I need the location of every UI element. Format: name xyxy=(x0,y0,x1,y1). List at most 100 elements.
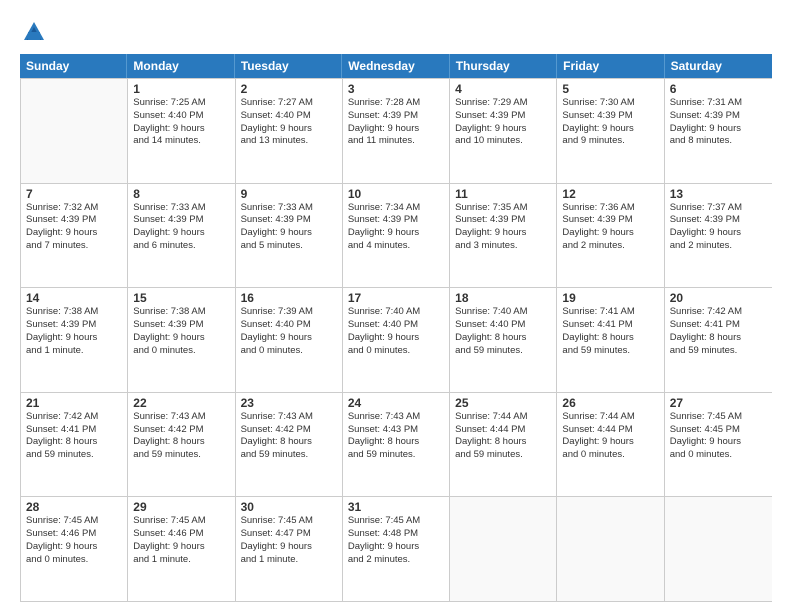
weekday-header-friday: Friday xyxy=(557,54,664,78)
calendar-cell: 8Sunrise: 7:33 AM Sunset: 4:39 PM Daylig… xyxy=(128,184,235,288)
weekday-header-thursday: Thursday xyxy=(450,54,557,78)
day-number: 19 xyxy=(562,291,658,305)
calendar-cell xyxy=(21,79,128,183)
day-number: 12 xyxy=(562,187,658,201)
cell-info: Sunrise: 7:28 AM Sunset: 4:39 PM Dayligh… xyxy=(348,97,444,148)
day-number: 17 xyxy=(348,291,444,305)
day-number: 6 xyxy=(670,82,767,96)
calendar-cell: 4Sunrise: 7:29 AM Sunset: 4:39 PM Daylig… xyxy=(450,79,557,183)
calendar-cell: 22Sunrise: 7:43 AM Sunset: 4:42 PM Dayli… xyxy=(128,393,235,497)
calendar-cell xyxy=(450,497,557,601)
day-number: 24 xyxy=(348,396,444,410)
weekday-header-wednesday: Wednesday xyxy=(342,54,449,78)
calendar-cell: 21Sunrise: 7:42 AM Sunset: 4:41 PM Dayli… xyxy=(21,393,128,497)
day-number: 14 xyxy=(26,291,122,305)
calendar-cell: 12Sunrise: 7:36 AM Sunset: 4:39 PM Dayli… xyxy=(557,184,664,288)
day-number: 22 xyxy=(133,396,229,410)
calendar-cell: 18Sunrise: 7:40 AM Sunset: 4:40 PM Dayli… xyxy=(450,288,557,392)
calendar-cell: 17Sunrise: 7:40 AM Sunset: 4:40 PM Dayli… xyxy=(343,288,450,392)
day-number: 4 xyxy=(455,82,551,96)
cell-info: Sunrise: 7:41 AM Sunset: 4:41 PM Dayligh… xyxy=(562,306,658,357)
cell-info: Sunrise: 7:27 AM Sunset: 4:40 PM Dayligh… xyxy=(241,97,337,148)
day-number: 18 xyxy=(455,291,551,305)
cell-info: Sunrise: 7:43 AM Sunset: 4:42 PM Dayligh… xyxy=(241,411,337,462)
cell-info: Sunrise: 7:33 AM Sunset: 4:39 PM Dayligh… xyxy=(241,202,337,253)
day-number: 9 xyxy=(241,187,337,201)
calendar-row-0: 1Sunrise: 7:25 AM Sunset: 4:40 PM Daylig… xyxy=(21,78,772,183)
day-number: 3 xyxy=(348,82,444,96)
cell-info: Sunrise: 7:38 AM Sunset: 4:39 PM Dayligh… xyxy=(133,306,229,357)
day-number: 1 xyxy=(133,82,229,96)
calendar-cell: 19Sunrise: 7:41 AM Sunset: 4:41 PM Dayli… xyxy=(557,288,664,392)
cell-info: Sunrise: 7:25 AM Sunset: 4:40 PM Dayligh… xyxy=(133,97,229,148)
calendar-cell: 15Sunrise: 7:38 AM Sunset: 4:39 PM Dayli… xyxy=(128,288,235,392)
calendar-cell: 16Sunrise: 7:39 AM Sunset: 4:40 PM Dayli… xyxy=(236,288,343,392)
cell-info: Sunrise: 7:40 AM Sunset: 4:40 PM Dayligh… xyxy=(348,306,444,357)
calendar-body: 1Sunrise: 7:25 AM Sunset: 4:40 PM Daylig… xyxy=(20,78,772,602)
cell-info: Sunrise: 7:44 AM Sunset: 4:44 PM Dayligh… xyxy=(562,411,658,462)
day-number: 28 xyxy=(26,500,122,514)
calendar-cell: 6Sunrise: 7:31 AM Sunset: 4:39 PM Daylig… xyxy=(665,79,772,183)
cell-info: Sunrise: 7:43 AM Sunset: 4:43 PM Dayligh… xyxy=(348,411,444,462)
calendar-cell: 10Sunrise: 7:34 AM Sunset: 4:39 PM Dayli… xyxy=(343,184,450,288)
calendar-cell: 14Sunrise: 7:38 AM Sunset: 4:39 PM Dayli… xyxy=(21,288,128,392)
cell-info: Sunrise: 7:45 AM Sunset: 4:46 PM Dayligh… xyxy=(26,515,122,566)
day-number: 31 xyxy=(348,500,444,514)
calendar-cell: 24Sunrise: 7:43 AM Sunset: 4:43 PM Dayli… xyxy=(343,393,450,497)
calendar-cell: 2Sunrise: 7:27 AM Sunset: 4:40 PM Daylig… xyxy=(236,79,343,183)
calendar-cell: 31Sunrise: 7:45 AM Sunset: 4:48 PM Dayli… xyxy=(343,497,450,601)
cell-info: Sunrise: 7:33 AM Sunset: 4:39 PM Dayligh… xyxy=(133,202,229,253)
cell-info: Sunrise: 7:29 AM Sunset: 4:39 PM Dayligh… xyxy=(455,97,551,148)
cell-info: Sunrise: 7:38 AM Sunset: 4:39 PM Dayligh… xyxy=(26,306,122,357)
calendar-cell: 30Sunrise: 7:45 AM Sunset: 4:47 PM Dayli… xyxy=(236,497,343,601)
cell-info: Sunrise: 7:42 AM Sunset: 4:41 PM Dayligh… xyxy=(670,306,767,357)
cell-info: Sunrise: 7:45 AM Sunset: 4:45 PM Dayligh… xyxy=(670,411,767,462)
day-number: 30 xyxy=(241,500,337,514)
calendar-cell: 11Sunrise: 7:35 AM Sunset: 4:39 PM Dayli… xyxy=(450,184,557,288)
calendar-cell: 28Sunrise: 7:45 AM Sunset: 4:46 PM Dayli… xyxy=(21,497,128,601)
calendar-cell: 23Sunrise: 7:43 AM Sunset: 4:42 PM Dayli… xyxy=(236,393,343,497)
day-number: 7 xyxy=(26,187,122,201)
calendar-cell xyxy=(557,497,664,601)
cell-info: Sunrise: 7:45 AM Sunset: 4:47 PM Dayligh… xyxy=(241,515,337,566)
cell-info: Sunrise: 7:37 AM Sunset: 4:39 PM Dayligh… xyxy=(670,202,767,253)
day-number: 16 xyxy=(241,291,337,305)
day-number: 11 xyxy=(455,187,551,201)
calendar-cell: 3Sunrise: 7:28 AM Sunset: 4:39 PM Daylig… xyxy=(343,79,450,183)
day-number: 23 xyxy=(241,396,337,410)
calendar-cell xyxy=(665,497,772,601)
weekday-header-saturday: Saturday xyxy=(665,54,772,78)
day-number: 26 xyxy=(562,396,658,410)
cell-info: Sunrise: 7:34 AM Sunset: 4:39 PM Dayligh… xyxy=(348,202,444,253)
day-number: 21 xyxy=(26,396,122,410)
cell-info: Sunrise: 7:31 AM Sunset: 4:39 PM Dayligh… xyxy=(670,97,767,148)
cell-info: Sunrise: 7:42 AM Sunset: 4:41 PM Dayligh… xyxy=(26,411,122,462)
calendar-cell: 25Sunrise: 7:44 AM Sunset: 4:44 PM Dayli… xyxy=(450,393,557,497)
cell-info: Sunrise: 7:32 AM Sunset: 4:39 PM Dayligh… xyxy=(26,202,122,253)
day-number: 10 xyxy=(348,187,444,201)
calendar-row-2: 14Sunrise: 7:38 AM Sunset: 4:39 PM Dayli… xyxy=(21,287,772,392)
calendar: SundayMondayTuesdayWednesdayThursdayFrid… xyxy=(20,54,772,602)
weekday-header-monday: Monday xyxy=(127,54,234,78)
calendar-cell: 26Sunrise: 7:44 AM Sunset: 4:44 PM Dayli… xyxy=(557,393,664,497)
calendar-cell: 5Sunrise: 7:30 AM Sunset: 4:39 PM Daylig… xyxy=(557,79,664,183)
cell-info: Sunrise: 7:45 AM Sunset: 4:46 PM Dayligh… xyxy=(133,515,229,566)
calendar-cell: 27Sunrise: 7:45 AM Sunset: 4:45 PM Dayli… xyxy=(665,393,772,497)
calendar-cell: 7Sunrise: 7:32 AM Sunset: 4:39 PM Daylig… xyxy=(21,184,128,288)
cell-info: Sunrise: 7:44 AM Sunset: 4:44 PM Dayligh… xyxy=(455,411,551,462)
cell-info: Sunrise: 7:36 AM Sunset: 4:39 PM Dayligh… xyxy=(562,202,658,253)
cell-info: Sunrise: 7:35 AM Sunset: 4:39 PM Dayligh… xyxy=(455,202,551,253)
calendar-row-4: 28Sunrise: 7:45 AM Sunset: 4:46 PM Dayli… xyxy=(21,496,772,601)
calendar-header: SundayMondayTuesdayWednesdayThursdayFrid… xyxy=(20,54,772,78)
weekday-header-tuesday: Tuesday xyxy=(235,54,342,78)
cell-info: Sunrise: 7:43 AM Sunset: 4:42 PM Dayligh… xyxy=(133,411,229,462)
day-number: 13 xyxy=(670,187,767,201)
calendar-cell: 1Sunrise: 7:25 AM Sunset: 4:40 PM Daylig… xyxy=(128,79,235,183)
day-number: 15 xyxy=(133,291,229,305)
cell-info: Sunrise: 7:45 AM Sunset: 4:48 PM Dayligh… xyxy=(348,515,444,566)
cell-info: Sunrise: 7:39 AM Sunset: 4:40 PM Dayligh… xyxy=(241,306,337,357)
cell-info: Sunrise: 7:30 AM Sunset: 4:39 PM Dayligh… xyxy=(562,97,658,148)
page-header xyxy=(20,18,772,46)
logo xyxy=(20,18,52,46)
calendar-row-1: 7Sunrise: 7:32 AM Sunset: 4:39 PM Daylig… xyxy=(21,183,772,288)
